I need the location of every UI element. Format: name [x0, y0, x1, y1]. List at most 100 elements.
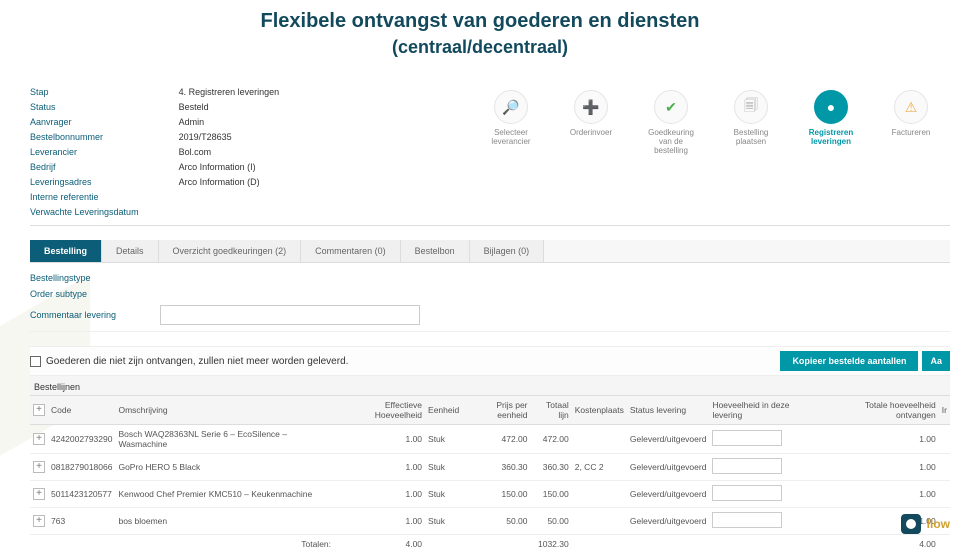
- order-lines-table: + Code Omschrijving Effectieve Hoeveelhe…: [30, 395, 950, 553]
- val-bedrijf: Arco Information (I): [179, 161, 280, 174]
- header-row: Stap Status Aanvrager Bestelbonnummer Le…: [30, 86, 950, 226]
- workflow-step-3[interactable]: 🗐Bestelling plaatsen: [722, 90, 780, 146]
- th-omschrijving[interactable]: Omschrijving: [115, 396, 334, 425]
- lbl-verwachte: Verwachte Leveringsdatum: [30, 206, 139, 219]
- expand-icon[interactable]: +: [33, 515, 45, 527]
- cell-eenheid: Stuk: [425, 454, 462, 481]
- qty-input[interactable]: [712, 512, 782, 528]
- workflow-step-5[interactable]: ⚠ Factureren: [882, 90, 940, 137]
- th-eenheid[interactable]: Eenheid: [425, 396, 462, 425]
- cell-code: 0818279018066: [48, 454, 115, 481]
- cell-qty-input: [709, 508, 822, 535]
- th-eff[interactable]: Effectieve Hoeveelheid: [334, 396, 425, 425]
- lbl-bestelbonnummer: Bestelbonnummer: [30, 131, 139, 144]
- cell-code: 4242002793290: [48, 425, 115, 454]
- cell-prijs: 50.00: [462, 508, 530, 535]
- page-subtitle: (centraal/decentraal): [0, 37, 960, 66]
- expand-all-icon[interactable]: +: [33, 404, 45, 416]
- val-leveringsadres: Arco Information (D): [179, 176, 280, 189]
- cell-code: 763: [48, 508, 115, 535]
- tab-5[interactable]: Bijlagen (0): [470, 240, 545, 262]
- workflow-step-1[interactable]: ➕ Orderinvoer: [562, 90, 620, 137]
- val-status: Besteld: [179, 101, 280, 114]
- qty-input[interactable]: [712, 458, 782, 474]
- lbl-leveringsadres: Leveringsadres: [30, 176, 139, 189]
- workflow-step-0[interactable]: 🔎 Selecteer leverancier: [482, 90, 540, 146]
- tab-2[interactable]: Overzicht goedkeuringen (2): [159, 240, 302, 262]
- lbl-bestellingstype: Bestellingstype: [30, 273, 150, 283]
- workflow-step-2[interactable]: ✔ Goedkeuring van de bestelling: [642, 90, 700, 155]
- cell-eenheid: Stuk: [425, 481, 462, 508]
- step-icon: 🗐: [734, 90, 768, 124]
- step-label: Factureren: [892, 128, 931, 137]
- table-row: +763bos bloemen1.00Stuk50.0050.00Gelever…: [30, 508, 950, 535]
- th-kosten[interactable]: Kostenplaats: [572, 396, 627, 425]
- qty-input[interactable]: [712, 485, 782, 501]
- th-ir[interactable]: Ir: [939, 396, 950, 425]
- cell-eenheid: Stuk: [425, 508, 462, 535]
- grid-title: Bestellijnen: [30, 376, 950, 395]
- cell-eff: 1.00: [334, 481, 425, 508]
- tab-0[interactable]: Bestelling: [30, 240, 102, 262]
- workflow-step-4[interactable]: ● Registreren leveringen: [802, 90, 860, 146]
- commentaar-input[interactable]: [160, 305, 420, 325]
- tab-3[interactable]: Commentaren (0): [301, 240, 401, 262]
- goods-checkbox-label: Goederen die niet zijn ontvangen, zullen…: [46, 356, 348, 367]
- cell-qty-input: [709, 454, 822, 481]
- cell-eff: 1.00: [334, 454, 425, 481]
- step-icon: ⚠: [894, 90, 928, 124]
- step-icon: ✔: [654, 90, 688, 124]
- th-totaal[interactable]: Totaal lijn: [531, 396, 572, 425]
- step-icon: ➕: [574, 90, 608, 124]
- lbl-stap: Stap: [30, 86, 139, 99]
- aa-button[interactable]: Aa: [922, 351, 950, 371]
- step-label: Selecteer leverancier: [482, 128, 540, 146]
- step-icon: ●: [814, 90, 848, 124]
- copy-quantities-button[interactable]: Kopieer bestelde aantallen: [780, 351, 918, 371]
- tab-4[interactable]: Bestelbon: [401, 240, 470, 262]
- step-icon: 🔎: [494, 90, 528, 124]
- th-status[interactable]: Status levering: [627, 396, 710, 425]
- action-row: Goederen die niet zijn ontvangen, zullen…: [30, 346, 950, 376]
- totals-label: Totalen:: [115, 535, 334, 553]
- lbl-commentaar: Commentaar levering: [30, 310, 150, 320]
- th-code[interactable]: Code: [48, 396, 115, 425]
- cell-prijs: 472.00: [462, 425, 530, 454]
- th-prijs[interactable]: Prijs per eenheid: [462, 396, 530, 425]
- cell-status: Geleverd/uitgevoerd: [627, 425, 710, 454]
- step-label: Orderinvoer: [570, 128, 612, 137]
- goods-checkbox[interactable]: [30, 356, 41, 367]
- val-aanvrager: Admin: [179, 116, 280, 129]
- totals-ontv: 4.00: [823, 535, 939, 553]
- lbl-aanvrager: Aanvrager: [30, 116, 139, 129]
- workflow-steps: 🔎 Selecteer leverancier ➕ Orderinvoer ✔ Goedk…: [482, 86, 950, 219]
- brand-logo: llow: [901, 514, 950, 534]
- expand-icon[interactable]: +: [33, 461, 45, 473]
- cell-kostenplaats: [572, 425, 627, 454]
- page-title: Flexibele ontvangst van goederen en dien…: [0, 0, 960, 37]
- cell-eenheid: Stuk: [425, 425, 462, 454]
- step-label: Registreren leveringen: [802, 128, 860, 146]
- step-label: Goedkeuring van de bestelling: [642, 128, 700, 155]
- tab-bar: BestellingDetailsOverzicht goedkeuringen…: [30, 240, 950, 263]
- expand-icon[interactable]: +: [33, 488, 45, 500]
- cell-omschrijving: GoPro HERO 5 Black: [115, 454, 334, 481]
- th-hoev[interactable]: Hoeveelheid in deze levering: [709, 396, 822, 425]
- cell-ontvangen: 1.00: [823, 481, 939, 508]
- tab-1[interactable]: Details: [102, 240, 159, 262]
- cell-status: Geleverd/uitgevoerd: [627, 508, 710, 535]
- brand-text: llow: [927, 517, 950, 531]
- cell-ontvangen: 1.00: [823, 425, 939, 454]
- qty-input[interactable]: [712, 430, 782, 446]
- expand-icon[interactable]: +: [33, 433, 45, 445]
- cell-status: Geleverd/uitgevoerd: [627, 481, 710, 508]
- cell-code: 5011423120577: [48, 481, 115, 508]
- cell-eff: 1.00: [334, 508, 425, 535]
- cell-omschrijving: Bosch WAQ28363NL Serie 6 – EcoSilence – …: [115, 425, 334, 454]
- lbl-interne-referentie: Interne referentie: [30, 191, 139, 204]
- cell-totaal: 360.30: [531, 454, 572, 481]
- th-totontv[interactable]: Totale hoeveelheid ontvangen: [823, 396, 939, 425]
- lbl-bedrijf: Bedrijf: [30, 161, 139, 174]
- brand-icon: [901, 514, 921, 534]
- cell-prijs: 360.30: [462, 454, 530, 481]
